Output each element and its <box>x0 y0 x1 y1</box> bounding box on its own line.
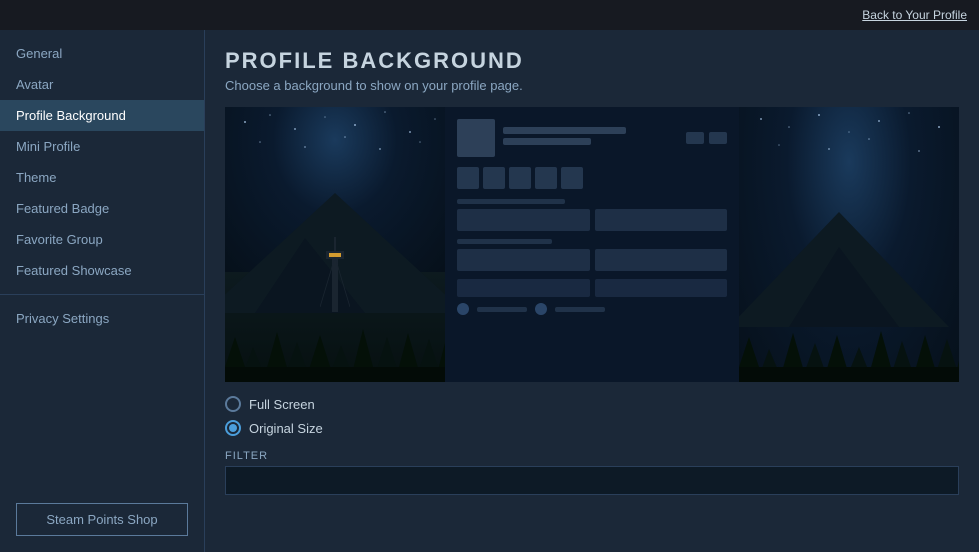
wf-card-2 <box>595 209 728 231</box>
sidebar-item-theme[interactable]: Theme <box>0 162 204 193</box>
sidebar-item-favorite-group[interactable]: Favorite Group <box>0 224 204 255</box>
wf-name-line-2 <box>503 138 591 145</box>
wf-badge-5 <box>561 167 583 189</box>
wf-avatar <box>457 119 495 157</box>
wf-badge-3 <box>509 167 531 189</box>
forest-right <box>739 307 959 382</box>
wf-card-1 <box>457 209 590 231</box>
wf-icon-2 <box>709 132 727 144</box>
page-title: PROFILE BACKGROUND <box>225 48 959 74</box>
wf-name-line-1 <box>503 127 626 134</box>
page-subtitle: Choose a background to show on your prof… <box>225 78 959 93</box>
radio-label-original: Original Size <box>249 421 323 436</box>
wf-badge-2 <box>483 167 505 189</box>
bg-art-left <box>225 107 445 382</box>
background-preview <box>225 107 959 382</box>
wf-card-4 <box>595 249 728 271</box>
wf-two-col-2 <box>457 249 727 271</box>
wf-header <box>457 119 727 157</box>
radio-group: Full Screen Original Size <box>225 396 959 436</box>
wf-card-3 <box>457 249 590 271</box>
wf-footer-circle-2 <box>535 303 547 315</box>
wf-stat-2 <box>595 279 728 297</box>
radio-fullscreen[interactable]: Full Screen <box>225 396 959 412</box>
back-to-profile-link[interactable]: Back to Your Profile <box>862 8 967 22</box>
wf-two-col-1 <box>457 209 727 231</box>
sidebar-item-featured-showcase[interactable]: Featured Showcase <box>0 255 204 286</box>
sidebar-item-general[interactable]: General <box>0 38 204 69</box>
sidebar-button-wrap: Steam Points Shop <box>0 495 204 552</box>
radio-label-fullscreen: Full Screen <box>249 397 315 412</box>
sidebar-item-privacy[interactable]: Privacy Settings <box>0 303 204 334</box>
profile-wireframe-panel <box>445 107 739 382</box>
forest-left <box>225 307 445 382</box>
wf-stats <box>457 279 727 297</box>
wf-section-line-1 <box>457 199 565 204</box>
wf-badge-4 <box>535 167 557 189</box>
wf-name-lines <box>503 127 678 149</box>
sidebar-item-avatar[interactable]: Avatar <box>0 69 204 100</box>
wf-footer-line-1 <box>477 307 527 312</box>
wf-footer <box>457 303 727 315</box>
filter-section: FILTER <box>225 450 959 495</box>
wf-icon-1 <box>686 132 704 144</box>
wf-footer-line-2 <box>555 307 605 312</box>
sidebar-divider <box>0 294 204 295</box>
radio-circle-original <box>225 420 241 436</box>
wf-header-icons <box>686 132 727 144</box>
points-shop-button[interactable]: Steam Points Shop <box>16 503 188 536</box>
wf-stat-1 <box>457 279 590 297</box>
main-layout: General Avatar Profile Background Mini P… <box>0 30 979 552</box>
wf-section-2 <box>457 239 727 271</box>
top-bar: Back to Your Profile <box>0 0 979 30</box>
filter-label: FILTER <box>225 450 959 462</box>
sidebar-item-profile-background[interactable]: Profile Background <box>0 100 204 131</box>
sidebar-item-mini-profile[interactable]: Mini Profile <box>0 131 204 162</box>
wf-badges <box>457 167 727 189</box>
filter-input[interactable] <box>225 466 959 495</box>
wf-footer-circle-1 <box>457 303 469 315</box>
content-area: PROFILE BACKGROUND Choose a background t… <box>205 30 979 552</box>
wf-section-1 <box>457 199 727 231</box>
radio-circle-fullscreen <box>225 396 241 412</box>
wf-section-line-2 <box>457 239 552 244</box>
sidebar: General Avatar Profile Background Mini P… <box>0 30 205 552</box>
wf-badge-1 <box>457 167 479 189</box>
sidebar-item-featured-badge[interactable]: Featured Badge <box>0 193 204 224</box>
radio-original[interactable]: Original Size <box>225 420 959 436</box>
bg-art-right <box>739 107 959 382</box>
